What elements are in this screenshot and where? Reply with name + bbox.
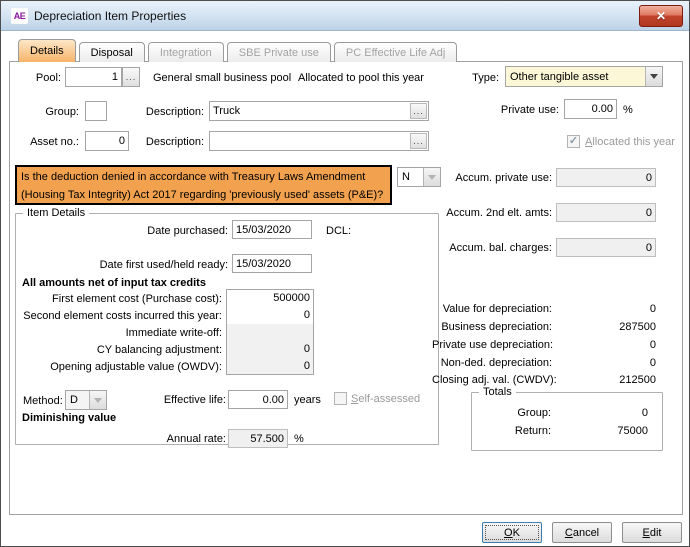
business-depreciation-label: Business depreciation: (432, 321, 552, 333)
pool-field[interactable]: 1 (65, 67, 122, 87)
title-bar: AE Depreciation Item Properties ✕ (1, 1, 689, 31)
description1-browse-button[interactable]: ... (410, 103, 427, 119)
deduction-denied-question: Is the deduction denied in accordance wi… (15, 165, 392, 205)
tab-pc-effective-life-adj: PC Effective Life Adj (334, 42, 457, 62)
asset-no-label: Asset no.: (25, 136, 79, 148)
dcl-label: DCL: (326, 225, 351, 237)
close-button[interactable]: ✕ (639, 5, 683, 27)
close-icon: ✕ (656, 9, 666, 23)
method-dropdown-arrow-icon (89, 391, 106, 409)
type-label: Type: (465, 72, 499, 84)
private-use-unit: % (623, 104, 633, 116)
private-use-field[interactable]: 0.00 (564, 99, 617, 119)
type-dropdown-arrow-icon[interactable] (645, 67, 662, 86)
deduction-denied-value: N (398, 171, 423, 183)
self-assessed-checkbox (334, 392, 347, 405)
totals-return-label: Return: (491, 425, 551, 437)
private-use-label: Private use: (481, 104, 559, 116)
closing-adj-val-label: Closing adj. val. (CWDV): (432, 374, 552, 386)
method-description: Diminishing value (22, 412, 116, 424)
first-element-cost-field[interactable]: 500000 (227, 290, 313, 307)
asset-no-field[interactable]: 0 (85, 131, 129, 151)
effective-life-unit: years (294, 394, 321, 406)
depreciation-item-properties-dialog: AE Depreciation Item Properties ✕ Detail… (0, 0, 690, 547)
ok-button[interactable]: OK (482, 522, 542, 543)
totals-group-label: Group: (491, 407, 551, 419)
value-for-depreciation-value: 0 (576, 303, 656, 315)
cancel-button[interactable]: Cancel (552, 522, 612, 543)
annual-rate-label: Annual rate: (146, 433, 226, 445)
closing-adj-val-value: 212500 (576, 374, 656, 386)
tab-strip: Details Disposal Integration SBE Private… (18, 39, 457, 62)
tab-details[interactable]: Details (18, 39, 76, 62)
accum-private-use-label: Accum. private use: (432, 172, 552, 184)
date-first-used-label: Date first used/held ready: (41, 259, 228, 271)
second-element-costs-field[interactable]: 0 (227, 307, 313, 324)
app-icon: AE (11, 8, 28, 24)
annual-rate-unit: % (294, 433, 304, 445)
description1-label: Description: (141, 106, 204, 118)
net-of-input-tax-note: All amounts net of input tax credits (22, 277, 206, 289)
type-value: Other tangible asset (506, 71, 645, 83)
totals-group-value: 0 (561, 407, 648, 419)
allocated-this-year-checkbox (567, 135, 580, 148)
method-label: Method: (23, 395, 63, 407)
date-purchased-label: Date purchased: (61, 225, 228, 237)
group-field[interactable] (85, 101, 107, 121)
totals-legend: Totals (479, 386, 516, 398)
opening-adjustable-value-field: 0 (227, 357, 313, 374)
description2-field[interactable] (209, 131, 429, 151)
accum-bal-charges-field: 0 (556, 238, 656, 257)
opening-adjustable-value-label: Opening adjustable value (OWDV): (21, 361, 222, 373)
accum-2nd-elt-amts-label: Accum. 2nd elt. amts: (432, 207, 552, 219)
pool-name-text: General small business pool (153, 72, 291, 84)
question-line2: (Housing Tax Integrity) Act 2017 regardi… (21, 186, 386, 204)
accum-2nd-elt-amts-field: 0 (556, 203, 656, 222)
self-assessed-label: Self-assessed (351, 393, 420, 405)
totals-groupbox: Totals (471, 392, 663, 451)
pool-browse-button[interactable]: ... (122, 67, 140, 87)
method-value: D (66, 394, 89, 406)
business-depreciation-value: 287500 (576, 321, 656, 333)
value-for-depreciation-label: Value for depreciation: (432, 303, 552, 315)
private-use-depreciation-value: 0 (576, 339, 656, 351)
cost-values-box: 500000 0 0 0 (226, 289, 314, 375)
accum-private-use-field: 0 (556, 168, 656, 187)
second-element-costs-label: Second element costs incurred this year: (21, 310, 222, 322)
group-label: Group: (29, 106, 79, 118)
description2-label: Description: (141, 136, 204, 148)
effective-life-label: Effective life: (146, 394, 226, 406)
description1-field[interactable]: Truck (209, 101, 429, 121)
immediate-write-off-field (227, 324, 313, 341)
cy-balancing-adjustment-field: 0 (227, 340, 313, 357)
tab-disposal[interactable]: Disposal (79, 42, 145, 62)
tab-integration: Integration (148, 42, 224, 62)
annual-rate-field: 57.500 (228, 429, 288, 448)
item-details-legend: Item Details (23, 207, 89, 219)
dialog-title: Depreciation Item Properties (34, 9, 186, 23)
allocated-to-pool-text: Allocated to pool this year (298, 72, 424, 84)
question-line1: Is the deduction denied in accordance wi… (21, 168, 386, 186)
pool-label: Pool: (19, 72, 61, 84)
totals-return-value: 75000 (561, 425, 648, 437)
description2-browse-button[interactable]: ... (410, 133, 427, 149)
edit-button[interactable]: Edit (622, 522, 682, 543)
non-ded-depreciation-value: 0 (576, 357, 656, 369)
private-use-depreciation-label: Private use depreciation: (432, 339, 552, 351)
date-purchased-field[interactable]: 15/03/2020 (232, 220, 312, 239)
cy-balancing-adjustment-label: CY balancing adjustment: (21, 344, 222, 356)
effective-life-field[interactable]: 0.00 (228, 390, 288, 409)
method-combobox[interactable]: D (65, 390, 107, 410)
tab-sbe-private-use: SBE Private use (227, 42, 331, 62)
first-element-cost-label: First element cost (Purchase cost): (21, 293, 222, 305)
non-ded-depreciation-label: Non-ded. depreciation: (432, 357, 552, 369)
accum-bal-charges-label: Accum. bal. charges: (432, 242, 552, 254)
immediate-write-off-label: Immediate write-off: (21, 327, 222, 339)
type-combobox[interactable]: Other tangible asset (505, 66, 663, 87)
allocated-this-year-label: Allocated this year (585, 136, 675, 148)
date-first-used-field[interactable]: 15/03/2020 (232, 254, 312, 273)
